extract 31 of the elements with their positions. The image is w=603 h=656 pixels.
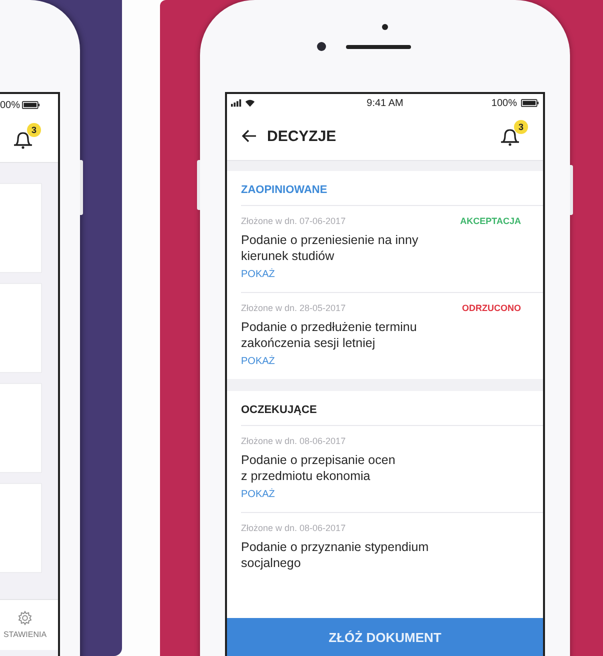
submit-document-button[interactable]: ZŁÓŻ DOKUMENT <box>227 618 543 656</box>
front-camera <box>317 42 326 51</box>
submission-date: Złożone w dn. 28-05-2017 <box>241 303 346 313</box>
battery-icon <box>22 101 40 109</box>
battery-icon <box>520 99 539 107</box>
status-time: 9:41 AM <box>366 98 404 108</box>
submission-date: Złożone w dn. 08-06-2017 <box>241 523 346 533</box>
section-title: ZAOPINIOWANE <box>241 171 543 206</box>
wifi-icon <box>245 99 255 107</box>
speaker-slot <box>346 44 411 48</box>
section-title: OCZEKUJĄCE <box>241 391 543 426</box>
screen-title: DECYZJE <box>267 128 338 144</box>
back-arrow-icon[interactable] <box>241 129 257 143</box>
notification-badge: 3 <box>514 120 528 134</box>
settings-icon <box>17 610 33 626</box>
battery-percent: 100% <box>491 98 517 108</box>
show-link[interactable]: POKAŻ <box>241 269 275 280</box>
show-link[interactable]: POKAŻ <box>241 489 275 500</box>
application-title: Podanie o przyznanie stypendium socjalnego <box>241 539 430 571</box>
submission-date: Złożone w dn. 07-06-2017 <box>241 216 346 226</box>
signal-icon <box>231 99 242 107</box>
status-label: ODRZUCONO <box>462 303 521 313</box>
application-title: Podanie o przedłużenie terminu zakończenia sesji letniej <box>241 319 418 351</box>
status-label: AKCEPTACJA <box>460 216 521 226</box>
show-link[interactable]: POKAŻ <box>241 356 275 367</box>
battery-percent: 00% <box>0 100 20 110</box>
camera-dot <box>382 24 388 30</box>
notification-badge: 3 <box>27 122 41 136</box>
application-title: Podanie o przepisanie ocen z przedmiotu ekonomia <box>241 452 396 484</box>
submission-date: Złożone w dn. 08-06-2017 <box>241 436 346 446</box>
application-title: Podanie o przeniesienie na inny kierunek studiów <box>241 232 420 264</box>
